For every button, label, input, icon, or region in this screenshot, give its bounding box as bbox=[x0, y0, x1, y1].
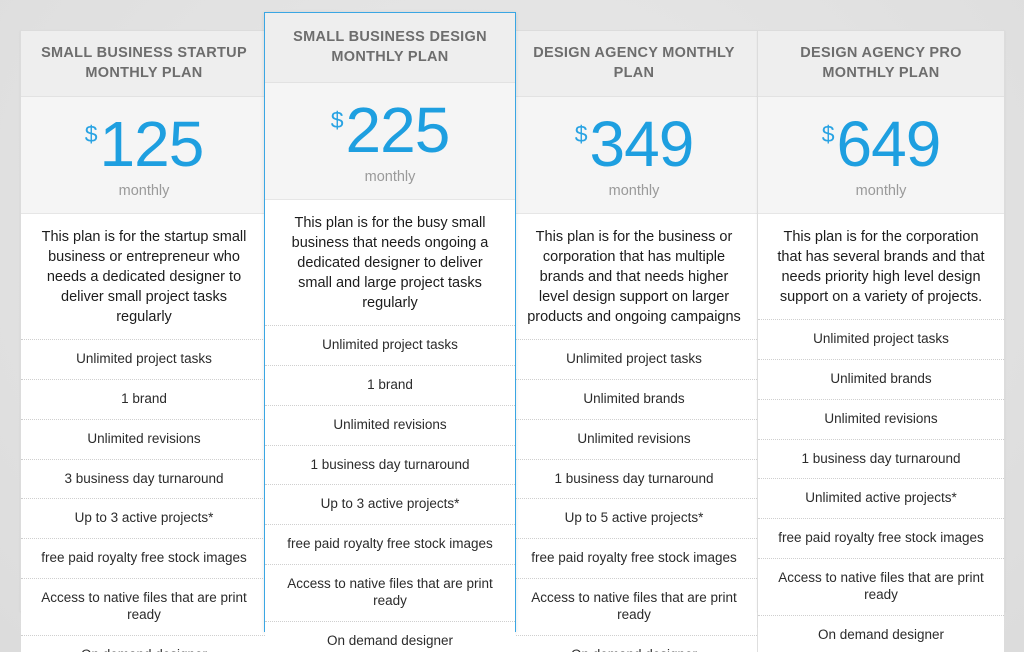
feature-list: Unlimited project tasks 1 brand Unlimite… bbox=[265, 324, 515, 652]
feature-item: free paid royalty free stock images bbox=[758, 518, 1004, 558]
feature-item: Unlimited active projects* bbox=[758, 478, 1004, 518]
feature-item: Unlimited brands bbox=[511, 378, 757, 419]
feature-item: Unlimited brands bbox=[758, 358, 1004, 399]
feature-item: 3 business day turnaround bbox=[21, 458, 267, 499]
billing-period: monthly bbox=[118, 182, 170, 199]
currency-symbol: $ bbox=[330, 107, 344, 133]
plan-header: SMALL BUSINESS DESIGN MONTHLY PLAN bbox=[265, 13, 515, 83]
feature-item: Unlimited revisions bbox=[511, 418, 757, 459]
plan-title: DESIGN AGENCY PRO MONTHLY PLAN bbox=[800, 45, 962, 81]
plan-card-design-agency-pro[interactable]: DESIGN AGENCY PRO MONTHLY PLAN $ 649 mon… bbox=[757, 30, 1005, 652]
price-amount: 225 bbox=[345, 94, 451, 166]
feature-item: Unlimited revisions bbox=[21, 418, 267, 459]
feature-item: Up to 3 active projects* bbox=[21, 498, 267, 538]
feature-item: On demand designer bbox=[21, 634, 267, 652]
price-row: $ 349 bbox=[511, 108, 757, 180]
feature-item: free paid royalty free stock images bbox=[21, 538, 267, 578]
plan-title: SMALL BUSINESS STARTUP MONTHLY PLAN bbox=[41, 45, 247, 81]
plan-card-small-business-startup[interactable]: SMALL BUSINESS STARTUP MONTHLY PLAN $ 12… bbox=[20, 30, 268, 652]
feature-item: 1 business day turnaround bbox=[265, 444, 515, 485]
price-block: $ 649 monthly bbox=[758, 97, 1004, 214]
feature-item: Access to native files that are print re… bbox=[265, 564, 515, 621]
feature-item: Unlimited project tasks bbox=[265, 324, 515, 365]
price-amount: 349 bbox=[589, 108, 695, 180]
feature-list: Unlimited project tasks Unlimited brands… bbox=[758, 318, 1004, 652]
pricing-table: SMALL BUSINESS STARTUP MONTHLY PLAN $ 12… bbox=[0, 0, 1024, 652]
feature-item: On demand designer bbox=[511, 634, 757, 652]
feature-item: Unlimited project tasks bbox=[511, 338, 757, 379]
feature-item: Unlimited project tasks bbox=[21, 338, 267, 379]
feature-item: On demand designer bbox=[758, 614, 1004, 652]
billing-period: monthly bbox=[855, 182, 907, 199]
feature-item: Up to 5 active projects* bbox=[511, 498, 757, 538]
plan-header: DESIGN AGENCY PRO MONTHLY PLAN bbox=[758, 31, 1004, 97]
feature-item: 1 brand bbox=[21, 378, 267, 419]
feature-item: Access to native files that are print re… bbox=[21, 578, 267, 635]
billing-period: monthly bbox=[608, 182, 660, 199]
plan-description: This plan is for the busy small business… bbox=[265, 199, 515, 325]
price-block: $ 225 monthly bbox=[265, 83, 515, 200]
billing-period: monthly bbox=[364, 168, 416, 185]
plan-card-small-business-design[interactable]: SMALL BUSINESS DESIGN MONTHLY PLAN $ 225… bbox=[264, 12, 516, 652]
plan-description: This plan is for the corporation that ha… bbox=[758, 213, 1004, 319]
currency-symbol: $ bbox=[84, 121, 98, 147]
plan-header: SMALL BUSINESS STARTUP MONTHLY PLAN bbox=[21, 31, 267, 97]
price-row: $ 225 bbox=[265, 94, 515, 166]
price-amount: 649 bbox=[836, 108, 942, 180]
plan-title: SMALL BUSINESS DESIGN MONTHLY PLAN bbox=[293, 29, 487, 65]
feature-list: Unlimited project tasks Unlimited brands… bbox=[511, 338, 757, 652]
feature-item: Unlimited revisions bbox=[265, 404, 515, 445]
feature-item: Unlimited revisions bbox=[758, 398, 1004, 439]
currency-symbol: $ bbox=[821, 121, 835, 147]
plan-description: This plan is for the business or corpora… bbox=[511, 213, 757, 339]
plan-card-design-agency[interactable]: DESIGN AGENCY MONTHLY PLAN $ 349 monthly… bbox=[510, 30, 758, 652]
plan-description: This plan is for the startup small busin… bbox=[21, 213, 267, 339]
feature-item: On demand designer bbox=[265, 620, 515, 652]
feature-item: Unlimited project tasks bbox=[758, 318, 1004, 359]
feature-item: Access to native files that are print re… bbox=[511, 578, 757, 635]
feature-item: Access to native files that are print re… bbox=[758, 558, 1004, 615]
plan-title: DESIGN AGENCY MONTHLY PLAN bbox=[533, 45, 735, 81]
price-amount: 125 bbox=[99, 108, 205, 180]
feature-item: 1 business day turnaround bbox=[758, 438, 1004, 479]
feature-item: Up to 3 active projects* bbox=[265, 484, 515, 524]
price-block: $ 349 monthly bbox=[511, 97, 757, 214]
feature-item: 1 brand bbox=[265, 364, 515, 405]
currency-symbol: $ bbox=[574, 121, 588, 147]
price-block: $ 125 monthly bbox=[21, 97, 267, 214]
price-row: $ 125 bbox=[21, 108, 267, 180]
plan-header: DESIGN AGENCY MONTHLY PLAN bbox=[511, 31, 757, 97]
feature-list: Unlimited project tasks 1 brand Unlimite… bbox=[21, 338, 267, 652]
feature-item: 1 business day turnaround bbox=[511, 458, 757, 499]
price-row: $ 649 bbox=[758, 108, 1004, 180]
feature-item: free paid royalty free stock images bbox=[511, 538, 757, 578]
feature-item: free paid royalty free stock images bbox=[265, 524, 515, 564]
